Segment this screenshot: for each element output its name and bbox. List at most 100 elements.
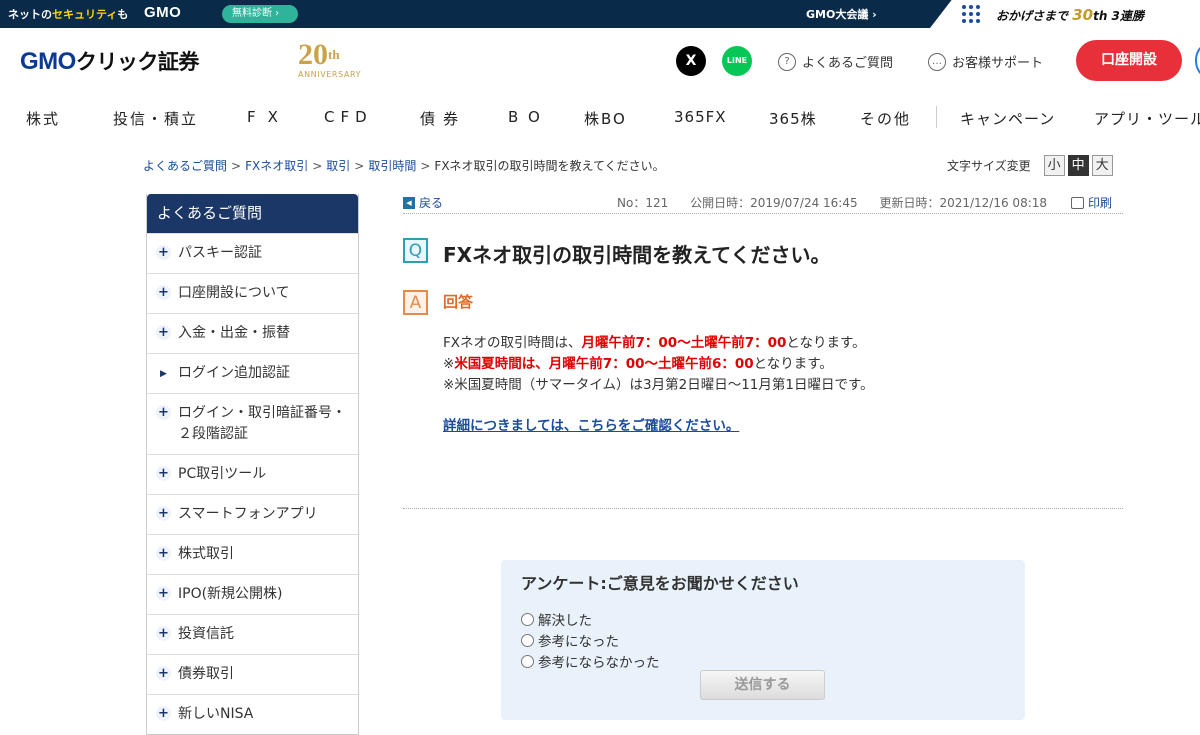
sidebar-item-label: 新しいNISA	[178, 706, 254, 722]
promo-text: ネットの	[8, 8, 52, 21]
plus-icon: +	[156, 245, 171, 260]
font-size-large-button[interactable]: 大	[1091, 155, 1113, 176]
nav-funds[interactable]: 投信・積立	[113, 108, 198, 129]
login-button-partial[interactable]	[1195, 40, 1200, 81]
back-link[interactable]: ◀ 戻る	[403, 194, 443, 211]
breadcrumb: よくあるご質問 > FXネオ取引 > 取引 > 取引時間 > FXネオ取引の取引時間を教えてくだ…	[143, 159, 665, 173]
sidebar-item-label: スマートフォンアプリ	[178, 506, 318, 522]
group-bar: ネットのセキュリティも GMO 無料診断 › GMO大会議 › おかげさまで 3…	[0, 0, 1200, 28]
plus-icon: +	[156, 325, 171, 340]
sidebar-item[interactable]: ▶ ログイン追加認証	[147, 353, 358, 393]
article-number: No：121	[617, 196, 669, 210]
answer-line2-hours: 米国夏時間は、月曜午前7：00〜土曜午前6：00	[454, 356, 754, 372]
nav-365stock[interactable]: 365株	[769, 108, 817, 129]
group-menu-icon[interactable]	[962, 5, 980, 23]
nav-campaign[interactable]: キャンペーン	[960, 108, 1055, 129]
sidebar-title: よくあるご質問	[147, 194, 358, 233]
survey-option-solved[interactable]: 解決した	[521, 609, 592, 629]
plus-icon: +	[156, 666, 171, 681]
sidebar-item-label: IPO(新規公開株)	[178, 586, 283, 602]
crumb-fx-neo[interactable]: FXネオ取引	[245, 159, 308, 173]
global-nav: 株式 投信・積立 FX CFD 債券 BO 株BO 365FX 365株 その他…	[0, 100, 1200, 136]
crumb-trading[interactable]: 取引	[326, 159, 350, 173]
nav-365fx[interactable]: 365FX	[674, 108, 727, 126]
plus-icon: +	[156, 706, 171, 721]
font-size-switcher: 文字サイズ変更 小 中 大	[947, 155, 1113, 176]
answer-line2-mark: ※	[443, 356, 455, 372]
nav-fx[interactable]: FX	[247, 108, 290, 126]
anniversary-banner[interactable]: おかげさまで 30th 3連勝	[996, 6, 1144, 24]
plus-icon: +	[156, 466, 171, 481]
crumb-trading-hours[interactable]: 取引時間	[368, 159, 416, 173]
survey-option-label: 参考になった	[538, 634, 619, 650]
sidebar-item[interactable]: + 入金・出金・振替	[147, 313, 358, 353]
survey-option-label: 参考にならなかった	[538, 655, 660, 671]
nav-stocks[interactable]: 株式	[26, 108, 60, 129]
survey-submit-button[interactable]: 送信する	[700, 670, 825, 700]
survey-option-not-helpful[interactable]: 参考にならなかった	[521, 651, 660, 671]
x-icon[interactable]: X	[676, 46, 706, 76]
free-diagnosis-label: 無料診断	[232, 8, 272, 19]
anniv-text: ANNIVERSARY	[298, 70, 362, 79]
anniversary-logo: 20th ANNIVERSARY	[298, 40, 372, 84]
anniv-suffix: th	[328, 47, 340, 62]
answer-body: FXネオの取引時間は、月曜午前7：00〜土曜午前7：00となります。 ※米国夏時…	[443, 333, 874, 437]
plus-icon: +	[156, 546, 171, 561]
radio-button[interactable]	[521, 654, 534, 668]
site-logo[interactable]: GMOクリック証券	[20, 46, 199, 76]
sidebar-item[interactable]: + PC取引ツール	[147, 454, 358, 494]
tagline-pre: おかげさまで	[996, 9, 1069, 23]
print-label: 印刷	[1088, 196, 1113, 210]
gmo-summit-link[interactable]: GMO大会議 ›	[806, 6, 877, 22]
nav-bo[interactable]: BO	[508, 108, 550, 126]
sidebar-item[interactable]: + 新しいNISA	[147, 694, 358, 734]
plus-icon: +	[156, 405, 171, 420]
radio-button[interactable]	[521, 633, 534, 647]
gmo-brand-logo[interactable]: GMO	[144, 4, 181, 21]
sidebar-item[interactable]: + 株式取引	[147, 534, 358, 574]
crumb-current: FXネオ取引の取引時間を教えてください。	[434, 159, 665, 173]
article-divider	[403, 508, 1123, 509]
tagline-post: th 3連勝	[1093, 9, 1144, 23]
logo-jp: クリック証券	[75, 51, 200, 74]
sidebar-item-label: ログイン・取引暗証番号・２段階認証	[178, 405, 346, 442]
feedback-survey: アンケート:ご意見をお聞かせください 解決した 参考になった 参考にならなかった…	[501, 560, 1025, 720]
nav-apps-tools[interactable]: アプリ・ツール	[1094, 108, 1200, 129]
answer-line2-tail: となります。	[753, 356, 833, 372]
arrow-right-icon: ▶	[160, 369, 167, 379]
sidebar-item[interactable]: + 投資信託	[147, 614, 358, 654]
line-icon[interactable]: LINE	[722, 46, 752, 76]
sidebar-item[interactable]: + IPO(新規公開株)	[147, 574, 358, 614]
logo-gmo: GMO	[20, 48, 76, 75]
question-mark-badge: Q	[403, 238, 428, 263]
survey-option-label: 解決した	[538, 613, 592, 629]
free-diagnosis-button[interactable]: 無料診断 ›	[222, 5, 298, 23]
nav-cfd[interactable]: CFD	[324, 108, 373, 126]
sidebar-item[interactable]: + ログイン・取引暗証番号・２段階認証	[147, 393, 358, 454]
article-meta-bar: ◀ 戻る No：121 公開日時：2019/07/24 16:45 更新日時：2…	[403, 193, 1123, 214]
sidebar-item-label: 投資信託	[178, 626, 234, 642]
support-link-label: お客様サポート	[952, 56, 1044, 71]
open-account-button[interactable]: 口座開設	[1076, 40, 1182, 81]
article-info: No：121 公開日時：2019/07/24 16:45 更新日時：2021/1…	[617, 194, 1065, 211]
print-link[interactable]: 印刷	[1071, 194, 1112, 211]
back-arrow-icon: ◀	[403, 196, 415, 209]
sidebar-item[interactable]: + 口座開設について	[147, 273, 358, 313]
nav-stock-bo[interactable]: 株BO	[584, 108, 627, 129]
sidebar-item[interactable]: + 債券取引	[147, 654, 358, 694]
support-link[interactable]: … お客様サポート	[928, 52, 1043, 71]
anniv-number: 20	[298, 38, 328, 71]
radio-button[interactable]	[521, 612, 534, 626]
security-promo[interactable]: ネットのセキュリティも	[8, 6, 128, 22]
font-size-medium-button[interactable]: 中	[1067, 155, 1089, 176]
nav-others[interactable]: その他	[860, 108, 911, 129]
font-size-small-button[interactable]: 小	[1043, 155, 1065, 176]
faq-sidebar: よくあるご質問 + パスキー認証 + 口座開設について + 入金・出金・振替 ▶ ログイン追加…	[146, 194, 359, 735]
details-link[interactable]: 詳細につきましては、こちらをご確認ください。	[443, 416, 739, 437]
crumb-faq[interactable]: よくあるご質問	[143, 159, 227, 173]
nav-bonds[interactable]: 債券	[420, 108, 466, 129]
sidebar-item[interactable]: + スマートフォンアプリ	[147, 494, 358, 534]
faq-link[interactable]: ? よくあるご質問	[778, 52, 893, 71]
sidebar-item[interactable]: + パスキー認証	[147, 233, 358, 273]
survey-option-helpful[interactable]: 参考になった	[521, 630, 619, 650]
